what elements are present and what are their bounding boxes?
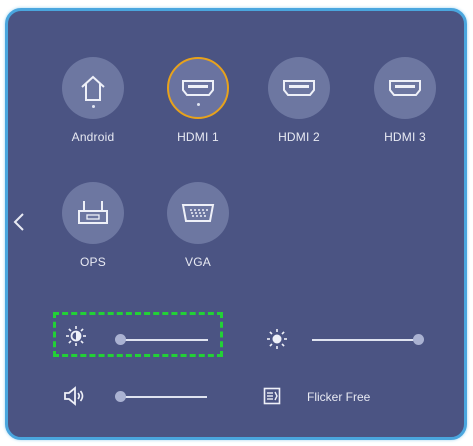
contrast-slider-knob[interactable] [413, 334, 424, 345]
contrast-slider-track[interactable] [312, 339, 415, 341]
source-hdmi-1[interactable]: HDMI 1 [153, 57, 243, 144]
source-hdmi-3[interactable]: HDMI 3 [360, 57, 450, 144]
hdmi-icon [182, 80, 214, 96]
source-label: Android [71, 130, 115, 144]
source-vga[interactable]: VGA [153, 182, 243, 269]
volume-slider-track[interactable] [120, 396, 207, 398]
source-ops[interactable]: OPS [48, 182, 138, 269]
source-vga-circle [167, 182, 229, 244]
source-ops-circle [62, 182, 124, 244]
source-hdmi-1-circle [167, 57, 229, 119]
source-label: HDMI 2 [278, 130, 320, 144]
source-hdmi-2[interactable]: HDMI 2 [254, 57, 344, 144]
hdmi-icon [283, 80, 315, 96]
volume-icon [64, 386, 84, 406]
source-label: HDMI 1 [177, 130, 219, 144]
source-hdmi-2-circle [268, 57, 330, 119]
brightness-icon [66, 326, 86, 346]
flicker-free-icon[interactable] [263, 387, 281, 405]
vga-icon [181, 204, 215, 222]
hdmi-icon [389, 80, 421, 96]
indicator-dot [91, 105, 95, 108]
indicator-dot [196, 103, 200, 106]
contrast-icon [267, 329, 287, 349]
flicker-free-label[interactable]: Flicker Free [307, 390, 370, 404]
source-android[interactable]: Android [48, 57, 138, 144]
source-android-circle [62, 57, 124, 119]
source-label: VGA [185, 255, 211, 269]
brightness-slider-knob[interactable] [115, 334, 126, 345]
source-hdmi-3-circle [374, 57, 436, 119]
source-label: OPS [80, 255, 106, 269]
brightness-slider-track[interactable] [120, 339, 208, 341]
home-icon [81, 75, 105, 101]
source-label: HDMI 3 [384, 130, 426, 144]
ops-icon [78, 201, 108, 224]
volume-slider-knob[interactable] [115, 391, 126, 402]
chevron-left-icon[interactable] [10, 210, 28, 234]
